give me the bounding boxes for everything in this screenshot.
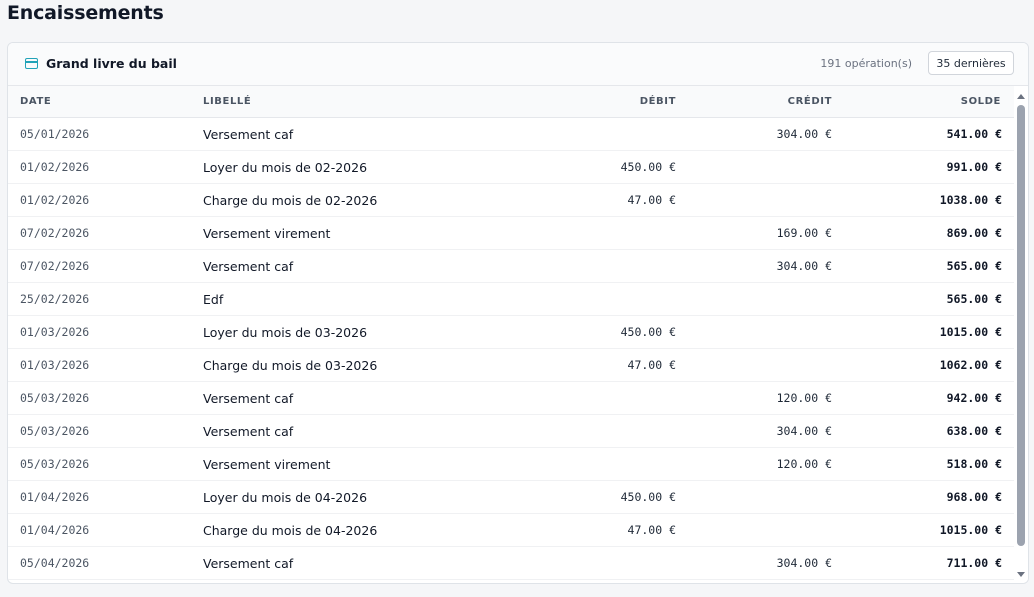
table-row[interactable]: 05/03/2026 Versement caf 304.00 € 638.00 € bbox=[8, 415, 1014, 448]
cell-label: Versement caf bbox=[203, 556, 294, 571]
vertical-scrollbar[interactable] bbox=[1014, 86, 1028, 583]
scroll-thumb[interactable] bbox=[1017, 105, 1025, 546]
cell-label: Versement virement bbox=[203, 457, 331, 472]
column-header-balance[interactable]: SOLDE bbox=[961, 96, 1001, 107]
ledger-rows: 05/01/2026 Versement caf 304.00 €541.00 €0… bbox=[8, 118, 1014, 580]
ledger-card: Grand livre du bail 191 opération(s) 35 … bbox=[7, 42, 1029, 584]
cell-date: 07/02/2026 bbox=[20, 259, 90, 273]
last-operations-button[interactable]: 35 dernières bbox=[928, 51, 1014, 75]
cell-credit: 304.00 € bbox=[776, 259, 832, 273]
cell-date: 01/03/2026 bbox=[20, 325, 90, 339]
cell-credit: 169.00 € bbox=[776, 226, 832, 240]
table-row[interactable]: 07/02/2026 Versement virement 169.00 € 869.… bbox=[8, 217, 1014, 250]
cell-date: 01/02/2026 bbox=[20, 193, 90, 207]
cell-label: Edf bbox=[203, 292, 224, 307]
cell-date: 05/01/2026 bbox=[20, 127, 90, 141]
cell-date: 01/04/2026 bbox=[20, 490, 90, 504]
cell-credit: 304.00 € bbox=[776, 556, 832, 570]
cell-balance: 1015.00 € bbox=[939, 523, 1002, 537]
cell-debit: 47.00 € bbox=[627, 193, 676, 207]
cell-balance: 1015.00 € bbox=[939, 325, 1002, 339]
cell-balance: 991.00 € bbox=[946, 160, 1002, 174]
table-row[interactable]: 01/03/2026 Loyer du mois de 03-2026 450.00… bbox=[8, 316, 1014, 349]
cell-credit: 304.00 € bbox=[776, 424, 832, 438]
cell-balance: 1062.00 € bbox=[939, 358, 1002, 372]
table-row[interactable]: 25/02/2026 Edf 565.00 € bbox=[8, 283, 1014, 316]
cell-debit: 450.00 € bbox=[620, 490, 676, 504]
table-row[interactable]: 07/02/2026 Versement caf 304.00 € 565.00 € bbox=[8, 250, 1014, 283]
cell-credit: 120.00 € bbox=[776, 457, 832, 471]
cell-balance: 518.00 € bbox=[946, 457, 1002, 471]
cell-label: Loyer du mois de 03-2026 bbox=[203, 325, 368, 340]
column-header-credit[interactable]: CRÉDIT bbox=[788, 96, 832, 107]
cell-label: Versement caf bbox=[203, 259, 294, 274]
cell-credit: 120.00 € bbox=[776, 391, 832, 405]
cell-balance: 968.00 € bbox=[946, 490, 1002, 504]
table-header: DATE LIBELLÉ DÉBIT CRÉDIT SOLDE bbox=[8, 86, 1028, 118]
table-row[interactable]: 05/03/2026 Versement virement 120.00 € 518.… bbox=[8, 448, 1014, 481]
column-header-label[interactable]: LIBELLÉ bbox=[203, 96, 251, 107]
cell-date: 05/03/2026 bbox=[20, 424, 90, 438]
table-row[interactable]: 01/04/2026 Charge du mois de 04-2026 47.00… bbox=[8, 514, 1014, 547]
ledger-title: Grand livre du bail bbox=[46, 56, 177, 71]
cell-balance: 869.00 € bbox=[946, 226, 1002, 240]
page-title: Encaissements bbox=[7, 2, 164, 24]
cell-label: Versement caf bbox=[203, 424, 294, 439]
cell-balance: 942.00 € bbox=[946, 391, 1002, 405]
cell-label: Charge du mois de 03-2026 bbox=[203, 358, 378, 373]
cell-debit: 47.00 € bbox=[627, 358, 676, 372]
cell-date: 01/02/2026 bbox=[20, 160, 90, 174]
scroll-up-arrow-icon[interactable] bbox=[1017, 94, 1025, 99]
cell-date: 25/02/2026 bbox=[20, 292, 90, 306]
cell-date: 07/02/2026 bbox=[20, 226, 90, 240]
cell-date: 05/03/2026 bbox=[20, 391, 90, 405]
cell-date: 01/04/2026 bbox=[20, 523, 90, 537]
scroll-down-arrow-icon[interactable] bbox=[1017, 572, 1025, 577]
table-row[interactable]: 01/02/2026 Charge du mois de 02-2026 47.00… bbox=[8, 184, 1014, 217]
cell-debit: 450.00 € bbox=[620, 160, 676, 174]
table-row[interactable]: 05/01/2026 Versement caf 304.00 € 541.00 € bbox=[8, 118, 1014, 151]
table-row[interactable]: 01/02/2026 Loyer du mois de 02-2026 450.00… bbox=[8, 151, 1014, 184]
column-header-debit[interactable]: DÉBIT bbox=[640, 96, 676, 107]
table-row[interactable]: 01/04/2026 Loyer du mois de 04-2026 450.00… bbox=[8, 481, 1014, 514]
cell-label: Charge du mois de 02-2026 bbox=[203, 193, 378, 208]
cell-label: Charge du mois de 04-2026 bbox=[203, 523, 378, 538]
table-row[interactable]: 05/03/2026 Versement caf 120.00 € 942.00 € bbox=[8, 382, 1014, 415]
card-icon bbox=[25, 58, 38, 69]
cell-label: Loyer du mois de 02-2026 bbox=[203, 160, 368, 175]
cell-label: Versement caf bbox=[203, 391, 294, 406]
cell-balance: 565.00 € bbox=[946, 259, 1002, 273]
cell-date: 05/04/2026 bbox=[20, 556, 90, 570]
cell-balance: 541.00 € bbox=[946, 127, 1002, 141]
cell-label: Loyer du mois de 04-2026 bbox=[203, 490, 368, 505]
table-row[interactable]: 01/03/2026 Charge du mois de 03-2026 47.00… bbox=[8, 349, 1014, 382]
operations-count: 191 opération(s) bbox=[820, 57, 912, 70]
column-header-date[interactable]: DATE bbox=[20, 96, 51, 107]
cell-date: 01/03/2026 bbox=[20, 358, 90, 372]
table-row[interactable]: 05/04/2026 Versement caf 304.00 € 711.00 € bbox=[8, 547, 1014, 580]
cell-label: Versement caf bbox=[203, 127, 294, 142]
cell-debit: 47.00 € bbox=[627, 523, 676, 537]
cell-credit: 304.00 € bbox=[776, 127, 832, 141]
cell-label: Versement virement bbox=[203, 226, 331, 241]
cell-date: 05/03/2026 bbox=[20, 457, 90, 471]
cell-balance: 565.00 € bbox=[946, 292, 1002, 306]
cell-debit: 450.00 € bbox=[620, 325, 676, 339]
cell-balance: 1038.00 € bbox=[939, 193, 1002, 207]
ledger-header: Grand livre du bail 191 opération(s) 35 … bbox=[8, 43, 1028, 86]
cell-balance: 638.00 € bbox=[946, 424, 1002, 438]
cell-balance: 711.00 € bbox=[946, 556, 1002, 570]
